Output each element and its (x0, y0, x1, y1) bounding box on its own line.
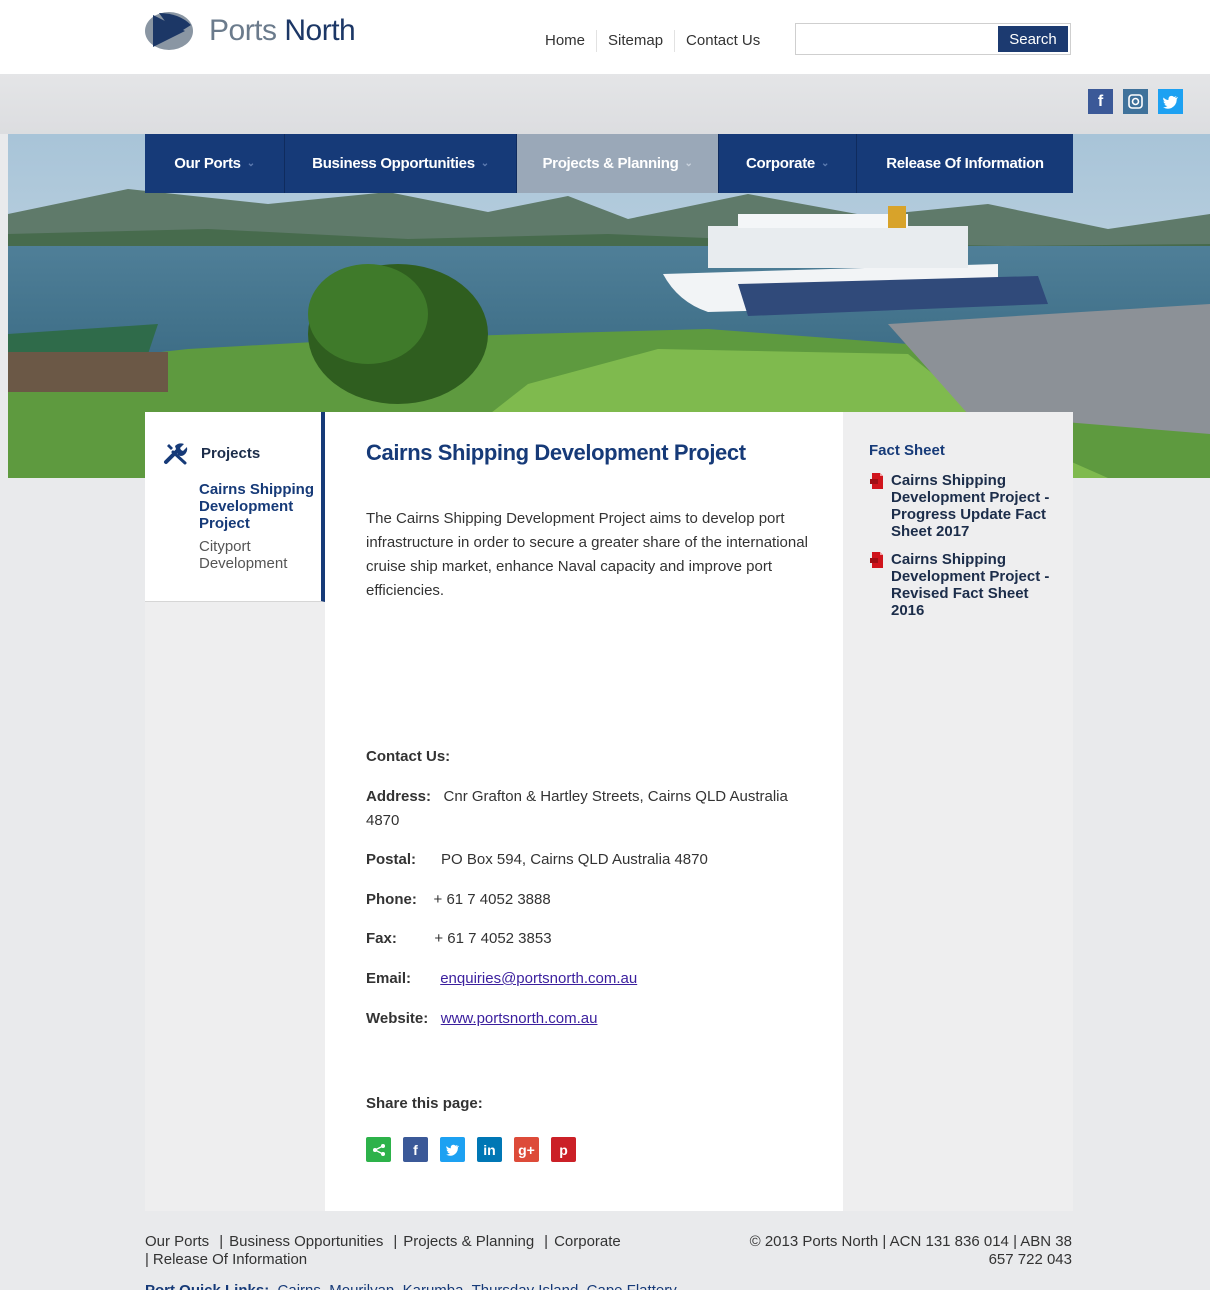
postal-label: Postal: (366, 851, 417, 868)
nav-our-ports[interactable]: Our Ports ⌄ (145, 134, 285, 193)
contact-postal: Postal: PO Box 594, Cairns QLD Australia… (366, 848, 816, 872)
website-link[interactable]: www.portsnorth.com.au (441, 1010, 598, 1027)
fact-sheet-link-2016[interactable]: Cairns Shipping Development Project - Re… (869, 551, 1064, 619)
nav-corporate[interactable]: Corporate ⌄ (719, 134, 857, 193)
fact-sheet-link-2017[interactable]: Cairns Shipping Development Project - Pr… (869, 472, 1064, 540)
chevron-down-icon: ⌄ (684, 158, 693, 169)
fact-sheet-title: Cairns Shipping Development Project - Re… (891, 551, 1050, 619)
footer: Our Ports | Business Opportunities | Project… (0, 1211, 1210, 1290)
nav-release-of-information[interactable]: Release Of Information (857, 134, 1073, 193)
googleplus-share-icon[interactable]: g+ (514, 1137, 539, 1162)
facebook-icon[interactable]: f (1088, 89, 1113, 114)
sidebar-item-cityport[interactable]: Cityport Development (199, 538, 319, 572)
logo-word-ports: Ports (209, 14, 277, 47)
search-button[interactable]: Search (998, 26, 1068, 52)
quick-link-thursday-island[interactable]: Thursday Island (472, 1282, 579, 1290)
twitter-icon[interactable] (1158, 89, 1183, 114)
nav-label: Projects & Planning (542, 155, 679, 172)
contact-email: Email: enquiries@portsnorth.com.au (366, 967, 816, 991)
intro-paragraph: The Cairns Shipping Development Project … (366, 510, 808, 599)
footer-link-business-opportunities[interactable]: Business Opportunities (229, 1233, 383, 1250)
tools-icon (164, 443, 188, 465)
pdf-icon (869, 551, 891, 619)
fax-value: + 61 7 4052 3853 (434, 930, 552, 947)
contact-us-link[interactable]: Contact Us (674, 30, 771, 52)
search-input[interactable] (800, 28, 996, 50)
contact-phone: Phone: + 61 7 4052 3888 (366, 888, 816, 912)
phone-value: + 61 7 4052 3888 (433, 891, 551, 908)
page-title: Cairns Shipping Development Project (366, 440, 746, 465)
contact-fax: Fax: + 61 7 4052 3853 (366, 927, 816, 951)
email-link[interactable]: enquiries@portsnorth.com.au (440, 970, 637, 987)
utility-nav: Home Sitemap Contact Us (534, 30, 771, 52)
logo-text: Ports North (209, 14, 356, 48)
fact-sheet-column: Fact Sheet Cairns Shipping Development P… (843, 412, 1073, 1211)
section-nav-title: Projects (201, 444, 261, 462)
left-column: Projects Cairns Shipping Development Pro… (145, 412, 325, 1211)
sitemap-link[interactable]: Sitemap (596, 30, 674, 52)
website-label: Website: (366, 1010, 429, 1027)
footer-link-our-ports[interactable]: Our Ports (145, 1233, 209, 1250)
fact-sheet-heading: Fact Sheet (869, 442, 945, 459)
footer-link-corporate[interactable]: Corporate (554, 1233, 621, 1250)
chevron-down-icon: ⌄ (480, 158, 489, 169)
quick-link-mourilyan[interactable]: Mourilyan (329, 1282, 394, 1290)
contact-heading: Contact Us: (366, 748, 451, 765)
linkedin-share-icon[interactable]: in (477, 1137, 502, 1162)
nav-projects-planning[interactable]: Projects & Planning ⌄ (517, 134, 719, 193)
nav-business-opportunities[interactable]: Business Opportunities ⌄ (285, 134, 517, 193)
pdf-icon (869, 472, 891, 540)
social-icons: f (1088, 89, 1183, 114)
fax-label: Fax: (366, 930, 397, 947)
quick-links-label: Port Quick Links: (145, 1282, 269, 1290)
logo-word-north: North (284, 14, 356, 47)
fact-sheet-title: Cairns Shipping Development Project - Pr… (891, 472, 1050, 540)
contact-website: Website: www.portsnorth.com.au (366, 1007, 816, 1031)
sidebar-item-cairns-shipping[interactable]: Cairns Shipping Development Project (199, 481, 325, 532)
instagram-icon[interactable] (1123, 89, 1148, 114)
content-area: Projects Cairns Shipping Development Pro… (145, 412, 1073, 1211)
logo[interactable]: Ports North (145, 10, 356, 52)
footer-link-projects-planning[interactable]: Projects & Planning (403, 1233, 534, 1250)
footer-links: Our Ports | Business Opportunities | Project… (145, 1233, 621, 1268)
ports-north-logo-icon (145, 12, 193, 50)
contact-address: Address: Cnr Grafton & Hartley Streets, … (366, 785, 816, 833)
chevron-down-icon: ⌄ (820, 158, 830, 169)
nav-label: Business Opportunities (312, 155, 475, 172)
quick-link-cairns[interactable]: Cairns (278, 1282, 321, 1290)
copyright-text: © 2013 Ports North | ACN 131 836 014 | A… (749, 1233, 1072, 1268)
address-label: Address: (366, 788, 432, 805)
nav-label: Release Of Information (886, 155, 1044, 172)
search-box: Search (795, 23, 1071, 55)
section-nav-heading: Projects (163, 440, 260, 466)
home-link[interactable]: Home (534, 30, 596, 52)
nav-label: Corporate (745, 155, 815, 172)
phone-label: Phone: (366, 891, 417, 908)
pinterest-share-icon[interactable]: p (551, 1137, 576, 1162)
header: Ports North Home Sitemap Contact Us Sear… (0, 0, 1210, 74)
facebook-share-icon[interactable]: f (403, 1137, 428, 1162)
share-icon[interactable] (366, 1137, 391, 1162)
postal-value: PO Box 594, Cairns QLD Australia 4870 (441, 851, 708, 868)
nav-label: Our Ports (174, 155, 241, 172)
share-buttons: f in g+ p (366, 1137, 576, 1162)
twitter-share-icon[interactable] (440, 1137, 465, 1162)
quick-link-cape-flattery[interactable]: Cape Flattery (587, 1282, 677, 1290)
main-nav: Our Ports ⌄ Business Opportunities ⌄ Proje… (145, 134, 1073, 193)
port-quick-links: Port Quick Links: Cairns Mourilyan Karum… (145, 1282, 677, 1290)
share-heading: Share this page: (366, 1095, 483, 1112)
footer-link-release-of-information[interactable]: Release Of Information (153, 1251, 307, 1268)
email-label: Email: (366, 970, 412, 987)
section-nav: Projects Cairns Shipping Development Pro… (145, 412, 325, 602)
social-bar (0, 74, 1210, 134)
quick-link-karumba[interactable]: Karumba (403, 1282, 464, 1290)
chevron-down-icon: ⌄ (246, 158, 255, 169)
